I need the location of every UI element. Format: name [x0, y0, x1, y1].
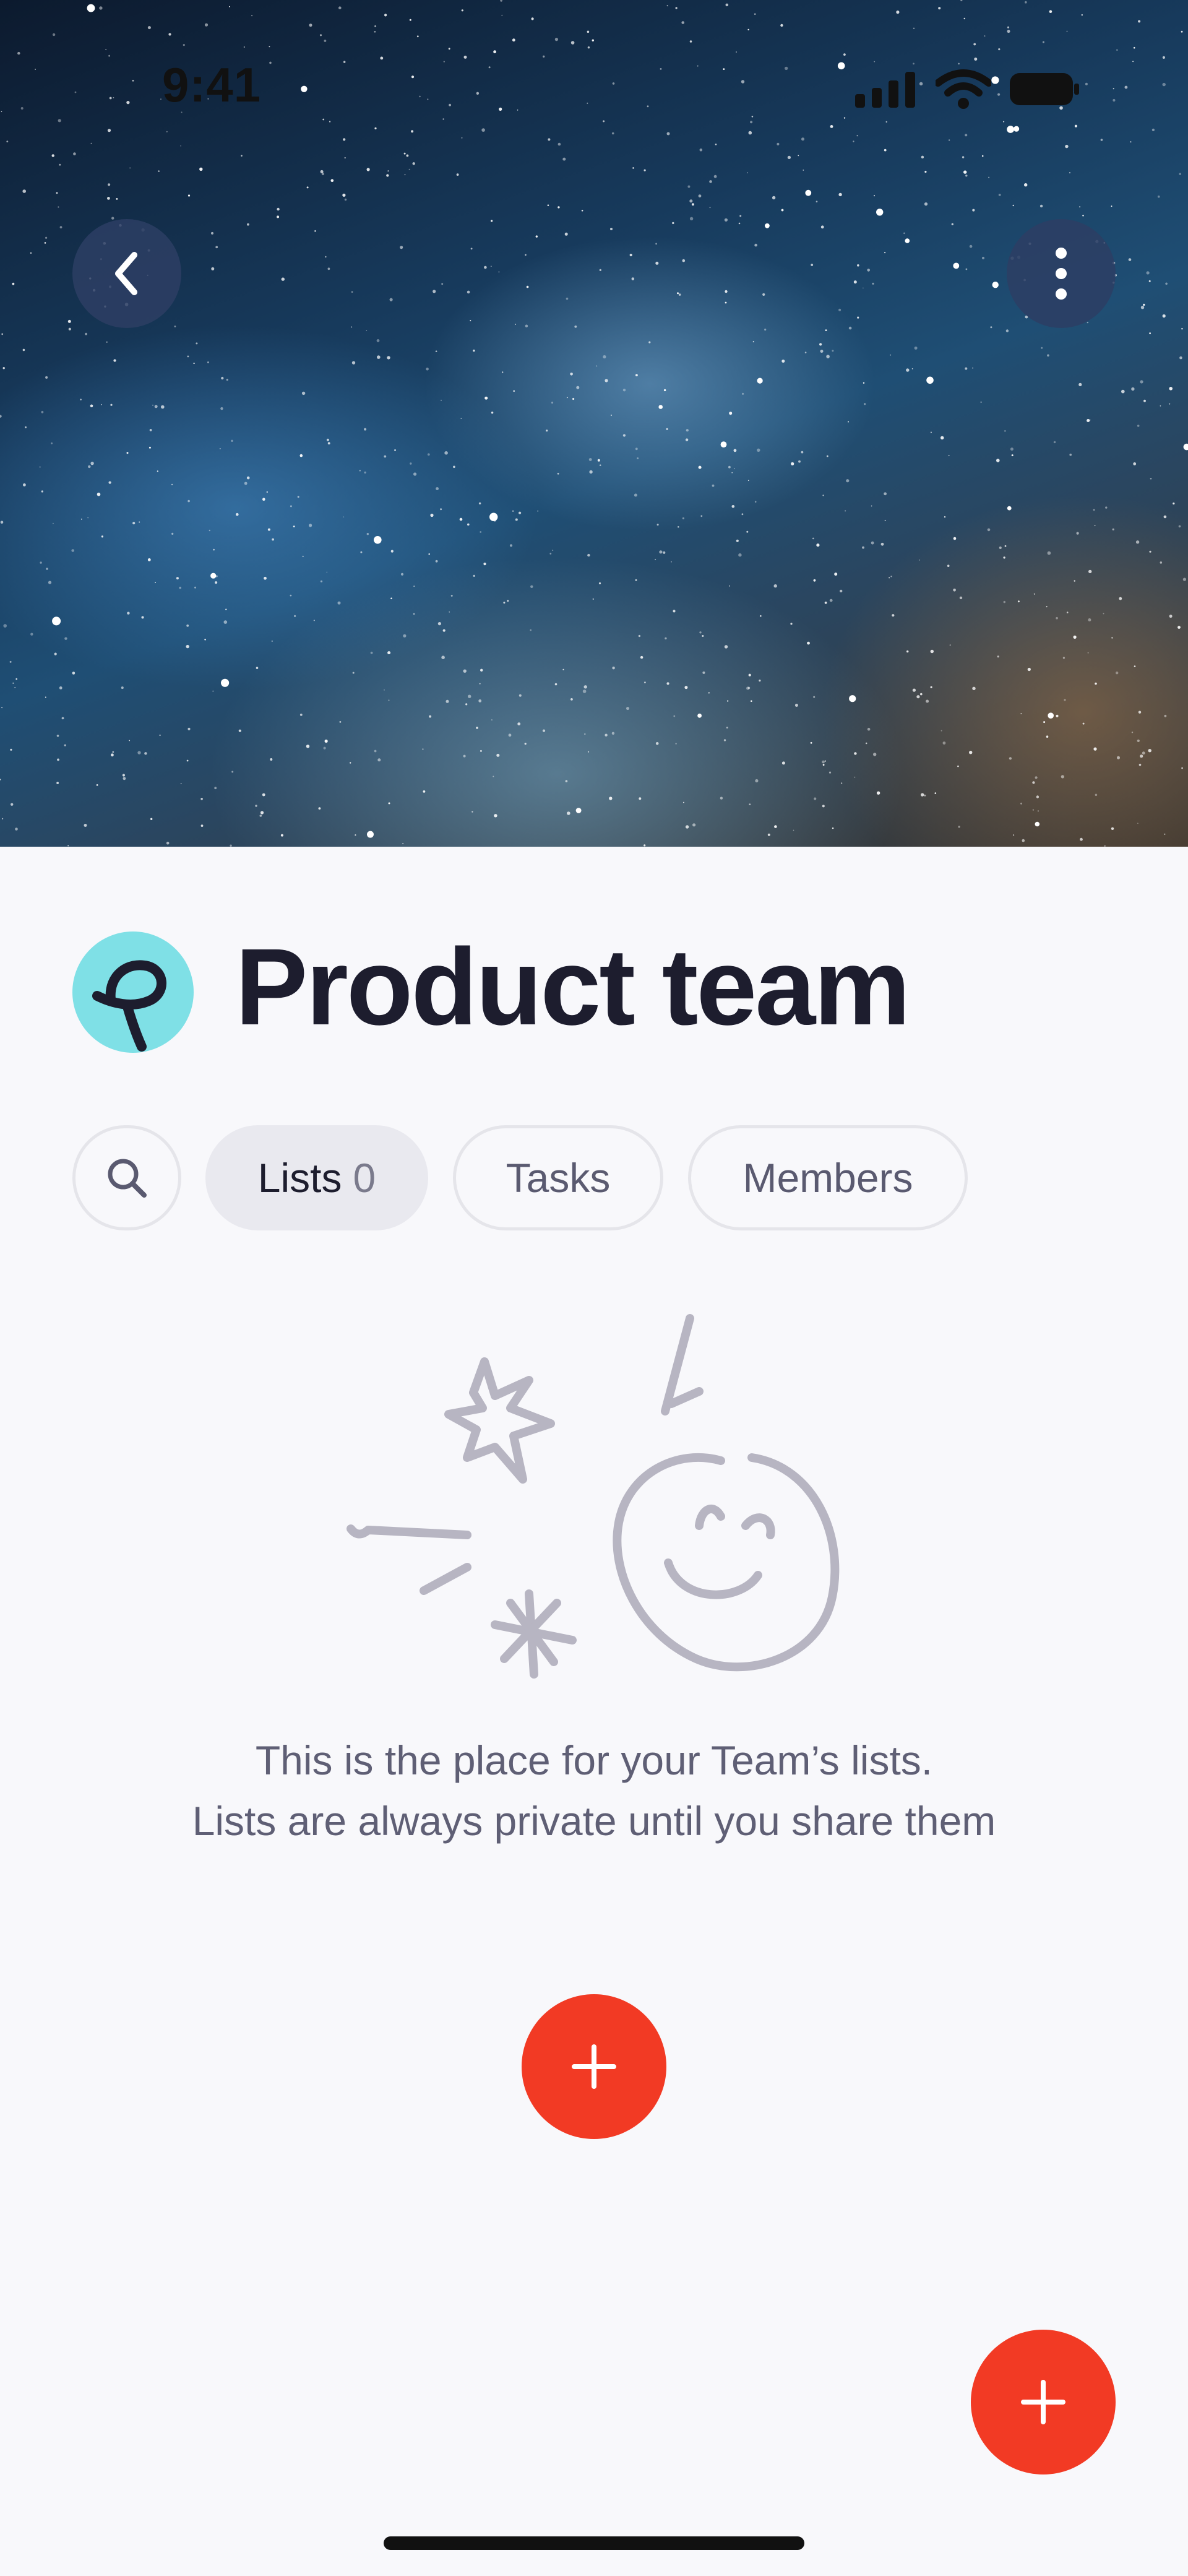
cover-image: 9:41: [0, 0, 1188, 847]
team-logo-icon: [92, 960, 166, 1052]
empty-state-message: This is the place for your Team’s lists.…: [0, 1730, 1188, 1851]
home-indicator[interactable]: [384, 2536, 804, 2550]
chevron-left-icon: [115, 252, 137, 295]
tab-lists[interactable]: Lists 0: [205, 1125, 428, 1230]
tab-members[interactable]: Members: [688, 1125, 968, 1230]
tab-members-label: Members: [742, 1155, 913, 1201]
team-avatar[interactable]: [72, 931, 194, 1053]
floating-add-button[interactable]: [971, 2330, 1116, 2474]
search-icon: [108, 1159, 147, 1198]
battery-icon: [1010, 73, 1079, 105]
page-title: Product team: [235, 927, 911, 1048]
celebration-smiley-illustration: [346, 1314, 840, 1679]
tab-tasks-label: Tasks: [506, 1155, 611, 1201]
tab-tasks[interactable]: Tasks: [453, 1125, 663, 1230]
empty-state-line-2: Lists are always private until you share…: [192, 1798, 996, 1844]
signal-icon: [855, 72, 915, 108]
empty-state-line-1: This is the place for your Team’s lists.: [255, 1737, 933, 1783]
more-vertical-icon: [1056, 248, 1067, 300]
search-button[interactable]: [72, 1125, 181, 1230]
back-button[interactable]: [72, 219, 181, 328]
tab-lists-count: 0: [353, 1155, 376, 1201]
wifi-icon: [936, 69, 991, 109]
plus-icon: [1021, 2380, 1065, 2424]
plus-icon: [572, 2044, 616, 2089]
starfield-image: [0, 0, 1188, 847]
tab-lists-label: Lists: [257, 1155, 342, 1201]
status-icons: [855, 69, 1079, 109]
more-options-button[interactable]: [1007, 219, 1116, 328]
status-time: 9:41: [162, 58, 262, 112]
add-list-button[interactable]: [522, 1994, 666, 2139]
